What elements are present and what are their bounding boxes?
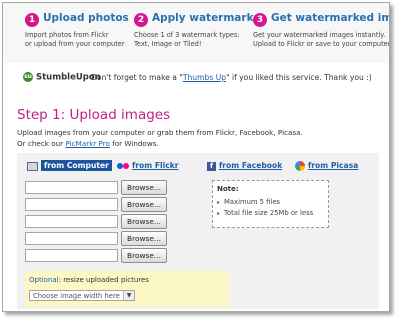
select-value: Choose image width here [33, 292, 120, 300]
chevron-down-icon: ▼ [123, 291, 134, 300]
picmarkr-window: 1 Upload photos Import photos from Flick… [2, 2, 390, 312]
file-path-field[interactable] [25, 249, 118, 262]
step-description: Get your watermarked images instantly. U… [253, 31, 390, 48]
resize-label: Optional: resize uploaded pictures [29, 276, 149, 284]
intro-text: for Windows. [109, 139, 159, 148]
step-title: Apply watermark [152, 12, 254, 24]
facebook-icon: f [207, 161, 216, 171]
browse-button[interactable]: Browse... [121, 214, 167, 229]
note-item: ▸ Maximum 5 files [217, 198, 280, 206]
browse-button[interactable]: Browse... [121, 180, 167, 195]
step-title: Get watermarked images [271, 12, 389, 24]
tab-label: from Picasa [308, 161, 359, 170]
step-number-badge: 2 [134, 13, 148, 27]
upload-panel: from Computer from Flickr f from Facebook… [17, 153, 379, 309]
file-input-row: Browse... [25, 231, 185, 246]
file-input-row: Browse... [25, 197, 185, 212]
note-title: Note: [217, 185, 239, 193]
tab-from-picasa[interactable]: from Picasa [295, 161, 358, 171]
steps-header: 1 Upload photos Import photos from Flick… [3, 3, 389, 63]
note-item-text: Maximum 5 files [224, 198, 281, 206]
flickr-icon [117, 163, 129, 169]
intro-line: Upload images from your computer or grab… [17, 128, 303, 137]
resize-options: Optional: resize uploaded pictures Choos… [25, 271, 229, 307]
file-input-row: Browse... [25, 214, 185, 229]
computer-icon [27, 161, 38, 171]
file-input-row: Browse... [25, 180, 185, 195]
message-after: " if you liked this service. Thank you :… [226, 73, 372, 82]
step-title: Upload photos [43, 12, 129, 24]
tab-from-facebook[interactable]: f from Facebook [207, 161, 282, 171]
file-path-field[interactable] [25, 198, 118, 211]
browse-button[interactable]: Browse... [121, 197, 167, 212]
browse-button[interactable]: Browse... [121, 248, 167, 263]
stumbleupon-logo[interactable]: su StumbleUpon [23, 72, 101, 83]
bullet-icon: ▸ [217, 199, 221, 206]
note-item: ▸ Total file size 25Mb or less [217, 209, 313, 217]
step-number-badge: 1 [25, 13, 39, 27]
file-path-field[interactable] [25, 232, 118, 245]
optional-label: Optional [29, 276, 59, 284]
bullet-icon: ▸ [217, 210, 221, 217]
stumbleupon-icon: su [23, 72, 33, 82]
tab-label: from Flickr [132, 161, 179, 170]
upload-intro: Upload images from your computer or grab… [17, 127, 303, 149]
tab-label: from Facebook [219, 161, 283, 170]
upload-note-box: Note: ▸ Maximum 5 files ▸ Total file size … [212, 180, 329, 228]
tab-label: from Computer [41, 160, 112, 171]
browse-button[interactable]: Browse... [121, 231, 167, 246]
picasa-icon [295, 161, 305, 171]
thumbs-up-link[interactable]: Thumbs Up [183, 73, 226, 82]
intro-text: Or check our [17, 139, 66, 148]
page-title: Step 1: Upload images [17, 107, 171, 123]
file-path-field[interactable] [25, 181, 118, 194]
file-path-field[interactable] [25, 215, 118, 228]
image-width-select[interactable]: Choose image width here ▼ [29, 290, 135, 301]
file-input-row: Browse... [25, 248, 185, 263]
tab-from-flickr[interactable]: from Flickr [117, 161, 179, 170]
stumbleupon-message: Don't forget to make a "Thumbs Up" if yo… [91, 73, 372, 82]
step-number-badge: 3 [253, 13, 267, 27]
message-before: Don't forget to make a " [91, 73, 183, 82]
tab-from-computer[interactable]: from Computer [27, 160, 112, 171]
stumbleupon-bar: su StumbleUpon Don't forget to make a "Th… [3, 66, 389, 94]
picmarkr-pro-link[interactable]: PicMarkr Pro [65, 139, 110, 148]
note-item-text: Total file size 25Mb or less [224, 209, 314, 217]
resize-label-text: : resize uploaded pictures [58, 276, 149, 284]
